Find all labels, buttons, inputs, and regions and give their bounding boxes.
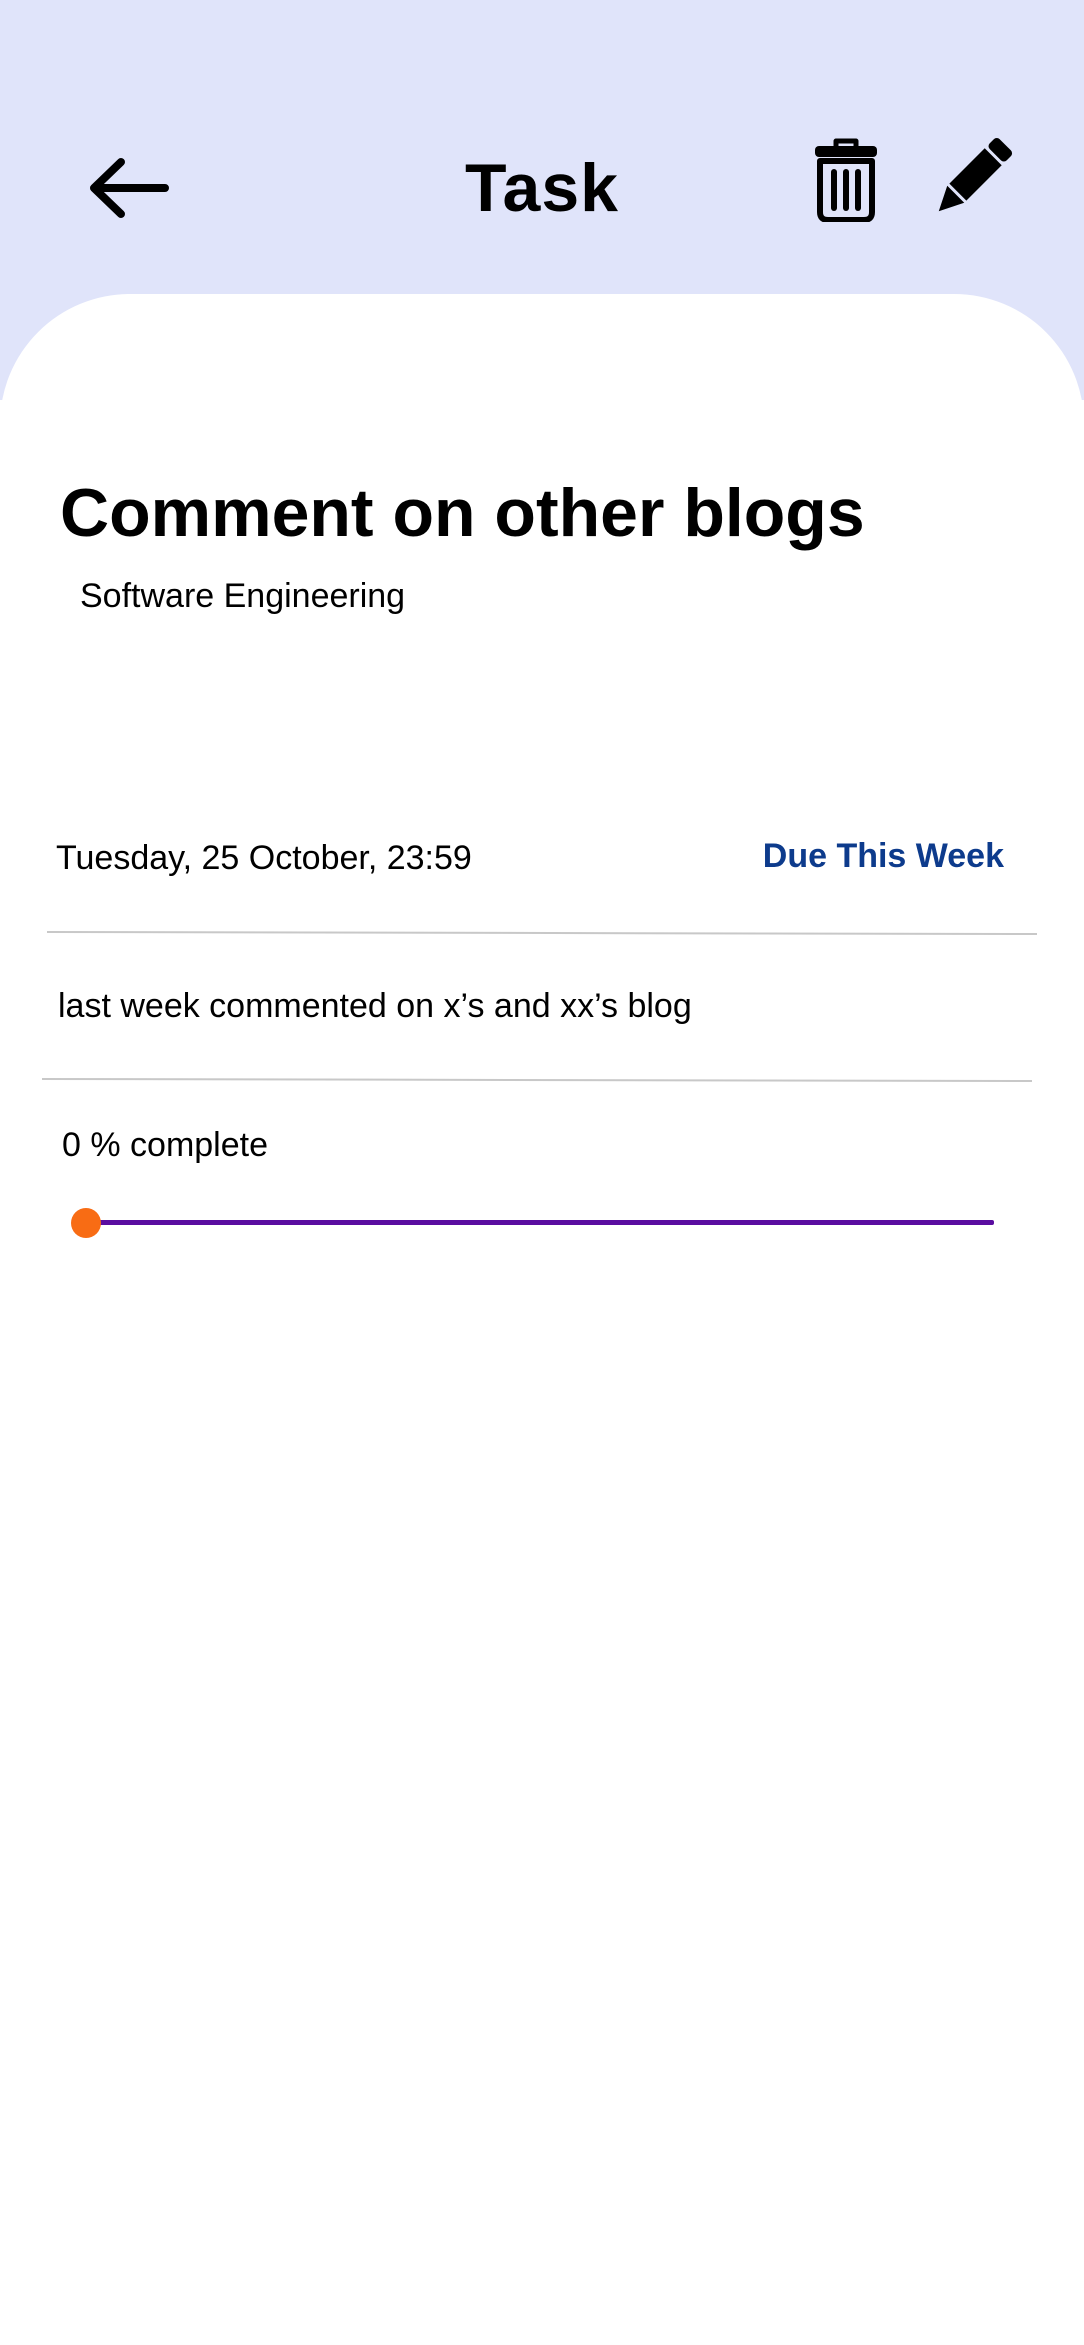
task-notes: last week commented on x’s and xx’s blog bbox=[58, 987, 692, 1025]
edit-button[interactable] bbox=[922, 128, 1022, 228]
task-category: Software Engineering bbox=[80, 577, 406, 615]
page-title: Task bbox=[465, 150, 619, 226]
task-title: Comment on other blogs bbox=[60, 475, 865, 551]
trash-icon bbox=[815, 138, 877, 222]
pencil-icon bbox=[938, 137, 1013, 212]
back-button[interactable] bbox=[80, 145, 176, 231]
due-datetime: Tuesday, 25 October, 23:59 bbox=[56, 839, 472, 877]
progress-slider[interactable] bbox=[70, 1202, 994, 1242]
slider-thumb[interactable] bbox=[71, 1208, 101, 1238]
due-status-badge: Due This Week bbox=[762, 837, 1004, 875]
progress-label: 0 % complete bbox=[62, 1119, 268, 1171]
delete-button[interactable] bbox=[808, 132, 884, 228]
slider-track[interactable] bbox=[86, 1220, 994, 1225]
progress-suffix: % complete bbox=[80, 1126, 269, 1164]
arrow-left-icon bbox=[90, 158, 169, 218]
progress-value: 0 bbox=[62, 1126, 81, 1164]
